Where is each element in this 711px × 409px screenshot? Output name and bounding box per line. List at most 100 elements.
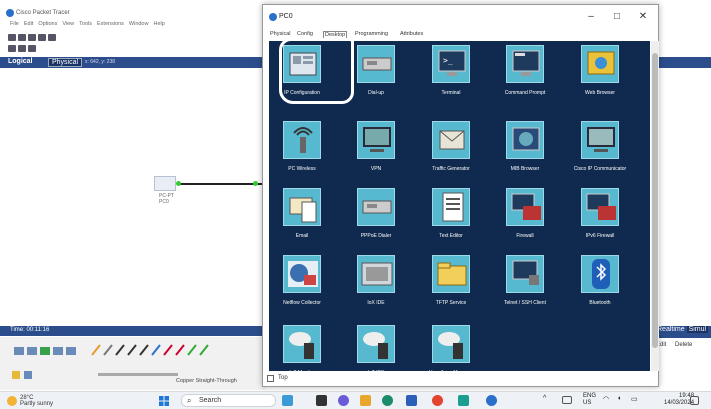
web-browser-icon[interactable] [581,45,619,83]
scrollbar-thumb[interactable] [652,53,658,348]
app-traffic-generator[interactable]: Traffic Generator [416,121,486,185]
maximize-button[interactable]: □ [607,10,627,24]
app-mib-browser[interactable]: MIB Browser [490,121,560,185]
app-iot-monitor[interactable]: IoT Monitor [267,325,337,389]
app-firewall[interactable]: Firewall [490,188,560,252]
onedrive-icon[interactable] [562,396,572,404]
mib-browser-icon[interactable] [506,121,544,159]
wifi-icon[interactable]: ◠ [603,395,609,403]
app-label: TFTP Service [435,300,467,306]
app-tftp[interactable]: TFTP Service [416,255,486,319]
iox-ide-icon[interactable] [357,255,395,293]
app-label: PC Wireless [288,166,316,172]
pppoe-icon[interactable] [357,188,395,226]
pc-device-icon[interactable] [154,176,176,191]
select-tool-icon[interactable] [8,45,16,52]
text-editor-icon[interactable] [432,188,470,226]
tftp-icon[interactable] [432,255,470,293]
notification-icon[interactable] [690,396,699,405]
menu-item[interactable]: File [10,21,19,27]
app-pppoe[interactable]: PPPoE Dialer [341,188,411,252]
wireless-icon[interactable] [283,121,321,159]
volume-icon[interactable]: ◖ [617,395,621,402]
app-iot-ide[interactable]: IoT IDE [341,325,411,389]
packet-tracer-taskbar-icon[interactable] [486,395,497,406]
close-button[interactable]: ✕ [633,10,653,24]
edge-browser-icon[interactable] [382,395,393,406]
tab-attributes[interactable]: Attributes [400,31,423,37]
terminal-icon[interactable]: >_ [432,45,470,83]
app-user-apps[interactable]: User Apps Manager [416,325,486,389]
vpn-icon[interactable] [357,121,395,159]
menu-item[interactable]: Help [153,21,164,27]
task-view-icon[interactable] [316,395,327,406]
tab-physical[interactable]: Physical [48,58,83,67]
file-explorer-icon[interactable] [360,395,371,406]
taskbar-search[interactable]: ⌕ Search [181,394,276,407]
tab-physical[interactable]: Physical [270,31,290,37]
email-icon[interactable] [283,188,321,226]
command-prompt-icon[interactable] [506,45,544,83]
ip-communicator-icon[interactable] [581,121,619,159]
chrome-icon[interactable] [432,395,443,406]
app-ip-communicator[interactable]: Cisco IP Communicator [565,121,635,185]
print-icon[interactable] [38,34,46,41]
workspace-right-icons[interactable] [654,57,711,68]
user-apps-icon[interactable] [432,325,470,363]
app-label: Web Browser [585,90,615,96]
menu-item[interactable]: View [62,21,74,27]
menu-item[interactable]: Edit [24,21,33,27]
app-bluetooth[interactable]: Bluetooth [565,255,635,319]
chat-icon[interactable] [338,395,349,406]
app-terminal[interactable]: >_ Terminal [416,45,486,109]
open-file-icon[interactable] [18,34,26,41]
wizard-icon[interactable] [48,34,56,41]
netflow-icon[interactable] [283,255,321,293]
menu-item[interactable]: Tools [79,21,92,27]
app-ipv6-firewall[interactable]: IPv6 Firewall [565,188,635,252]
app-label: IPv6 Firewall [585,233,615,239]
delete-label[interactable]: Delete [675,342,692,348]
traffic-generator-icon[interactable] [432,121,470,159]
app-email[interactable]: Email [267,188,337,252]
inspect-tool-icon[interactable] [18,45,26,52]
pdu-actions: Edit Delete [656,342,692,348]
bluetooth-icon[interactable] [581,255,619,293]
ipv6-firewall-icon[interactable] [581,188,619,226]
simulation-tab[interactable]: Simul [686,326,709,333]
menu-bar[interactable]: File Edit Options View Tools Extensions Window… [10,21,170,27]
app-wireless[interactable]: PC Wireless [267,121,337,185]
iot-monitor-icon[interactable] [283,325,321,363]
minimize-button[interactable]: – [581,10,601,24]
delete-tool-icon[interactable] [28,45,36,52]
tab-programming[interactable]: Programming [355,31,388,37]
tray-chevron-icon[interactable]: ^ [543,395,546,402]
windows-start-icon[interactable] [159,396,169,406]
app-command-prompt[interactable]: Command Prompt [490,45,560,109]
battery-icon[interactable]: ▭ [631,395,638,403]
new-file-icon[interactable] [8,34,16,41]
app-text-editor[interactable]: Text Editor [416,188,486,252]
tab-desktop[interactable]: Desktop [323,31,348,38]
teams-icon[interactable] [458,395,469,406]
store-icon[interactable] [406,395,417,406]
tab-config[interactable]: Config [297,31,313,37]
menu-item[interactable]: Window [129,21,149,27]
menu-item[interactable]: Options [38,21,57,27]
dialup-icon[interactable] [357,45,395,83]
language-indicator[interactable]: ENG US [583,393,596,407]
firewall-icon[interactable] [506,188,544,226]
realtime-tab[interactable]: Realtime Simul [654,326,711,338]
menu-item[interactable]: Extensions [97,21,124,27]
widgets-icon[interactable] [282,395,293,406]
iot-ide-icon[interactable] [357,325,395,363]
app-telnet-ssh[interactable]: Telnet / SSH Client [490,255,560,319]
weather-widget[interactable]: 28°C Partly sunny [20,395,53,407]
app-netflow[interactable]: Netflow Collector [267,255,337,319]
telnet-ssh-icon[interactable] [506,255,544,293]
app-vpn[interactable]: VPN [341,121,411,185]
save-icon[interactable] [28,34,36,41]
tab-logical[interactable]: Logical [8,58,33,65]
app-web-browser[interactable]: Web Browser [565,45,635,109]
app-iox-ide[interactable]: IoX IDE [341,255,411,319]
